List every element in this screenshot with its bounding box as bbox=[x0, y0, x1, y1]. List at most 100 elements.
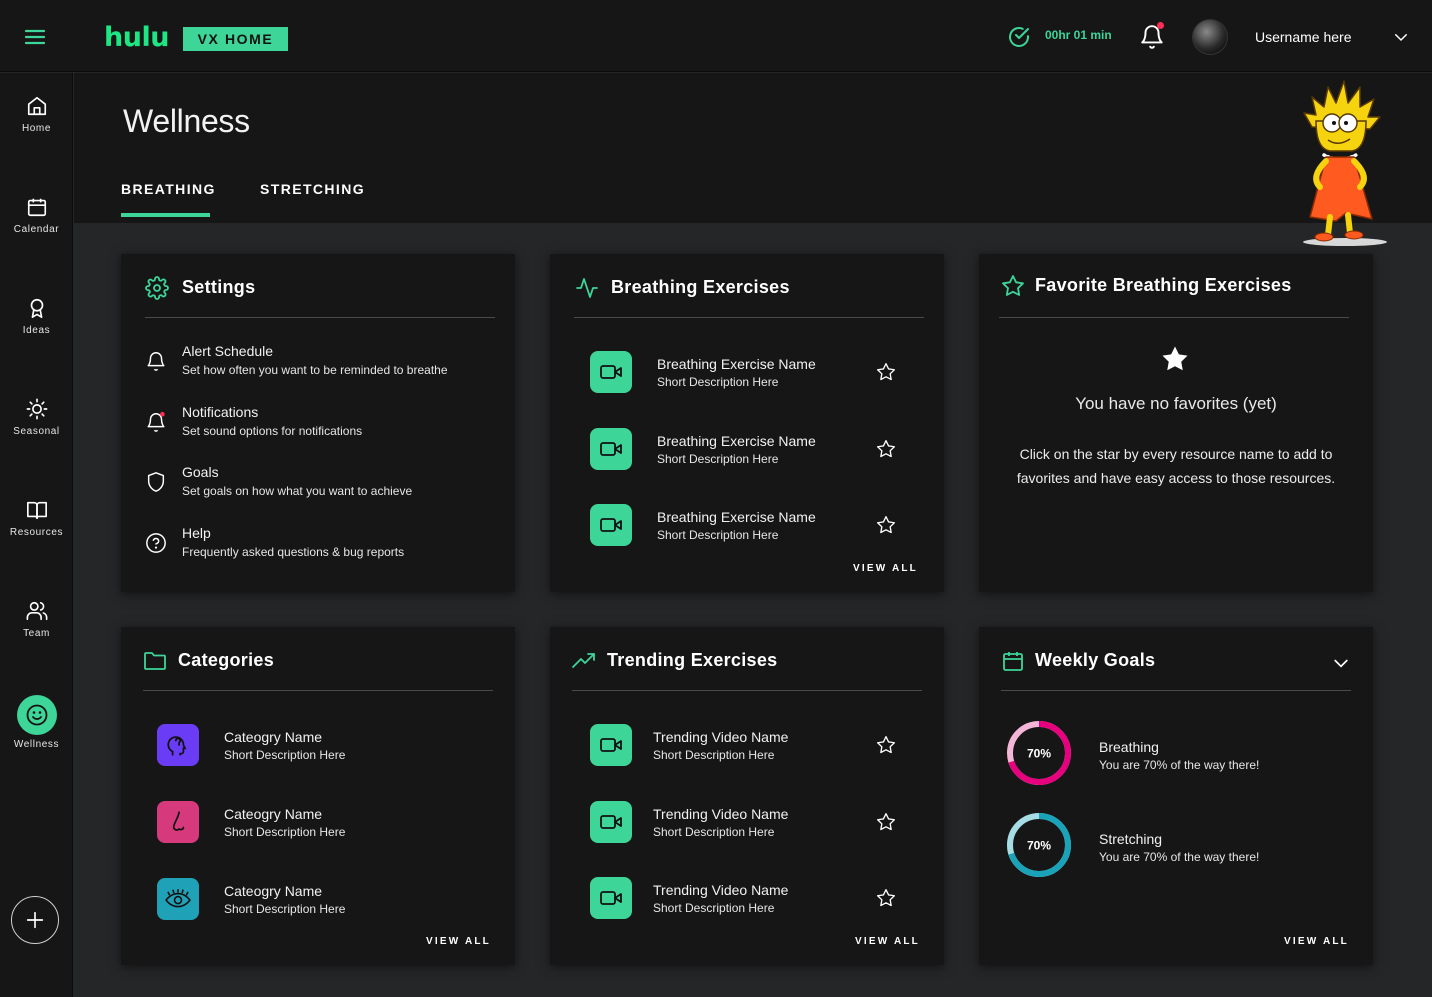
card-header: Trending Exercises bbox=[570, 649, 924, 689]
star-icon[interactable] bbox=[876, 515, 896, 535]
star-icon[interactable] bbox=[876, 888, 896, 908]
video-desc: Short Description Here bbox=[653, 748, 775, 762]
star-icon[interactable] bbox=[876, 812, 896, 832]
view-all-link[interactable]: VIEW ALL bbox=[855, 936, 920, 947]
video-thumbnail[interactable] bbox=[590, 428, 632, 470]
exercise-desc: Short Description Here bbox=[657, 375, 779, 389]
progress-ring: 70% bbox=[1007, 721, 1071, 785]
username-label[interactable]: Username here bbox=[1255, 29, 1352, 45]
video-name[interactable]: Trending Video Name bbox=[653, 729, 788, 745]
settings-item-help[interactable]: Help Frequently asked questions & bug re… bbox=[145, 525, 495, 575]
help-circle-icon bbox=[146, 533, 166, 553]
star-filled-icon bbox=[1162, 346, 1188, 371]
sidebar-item-calendar[interactable]: Calendar bbox=[0, 196, 73, 266]
plus-icon bbox=[26, 911, 44, 929]
goal-item-stretching[interactable]: 70% Stretching You are 70% of the way th… bbox=[1005, 811, 1353, 881]
sidebar-item-team[interactable]: Team bbox=[0, 600, 73, 670]
calendar-icon bbox=[27, 198, 46, 217]
sidebar-item-label: Wellness bbox=[13, 739, 60, 750]
category-name: Cateogry Name bbox=[224, 883, 323, 899]
tab-stretching[interactable]: STRETCHING bbox=[260, 181, 365, 197]
goal-desc: You are 70% of the way there! bbox=[1099, 850, 1260, 864]
sidebar-item-wellness[interactable]: Wellness bbox=[0, 695, 73, 765]
category-desc: Short Description Here bbox=[224, 748, 346, 762]
divider bbox=[999, 317, 1349, 318]
weekly-goals-card: Weekly Goals 70% Breathing You are 70% o… bbox=[979, 627, 1373, 965]
sidebar-item-seasonal[interactable]: Seasonal bbox=[0, 398, 73, 468]
star-icon[interactable] bbox=[876, 362, 896, 382]
hulu-logo[interactable]: hulu bbox=[104, 22, 169, 54]
settings-item-title: Goals bbox=[182, 464, 219, 480]
category-item[interactable]: Cateogry Name Short Description Here bbox=[157, 724, 495, 768]
category-thumbnail[interactable] bbox=[157, 878, 199, 920]
list-item: Breathing Exercise Name Short Descriptio… bbox=[590, 428, 924, 472]
video-camera-icon bbox=[600, 738, 622, 752]
vx-home-badge: VX HOME bbox=[183, 27, 288, 51]
divider bbox=[145, 317, 495, 318]
goal-item-breathing[interactable]: 70% Breathing You are 70% of the way the… bbox=[1005, 719, 1353, 789]
breathing-exercises-card: Breathing Exercises Breathing Exercise N… bbox=[550, 254, 944, 592]
sidebar-item-resources[interactable]: Resources bbox=[0, 499, 73, 569]
tab-breathing[interactable]: BREATHING bbox=[121, 181, 216, 197]
video-thumbnail[interactable] bbox=[590, 801, 632, 843]
video-desc: Short Description Here bbox=[653, 825, 775, 839]
category-item[interactable]: Cateogry Name Short Description Here bbox=[157, 878, 495, 922]
video-thumbnail[interactable] bbox=[590, 877, 632, 919]
chevron-down-icon[interactable] bbox=[1392, 28, 1410, 46]
card-header: Breathing Exercises bbox=[574, 276, 924, 316]
list-item: Breathing Exercise Name Short Descriptio… bbox=[590, 504, 924, 548]
video-thumbnail[interactable] bbox=[590, 351, 632, 393]
star-outline-icon bbox=[1002, 275, 1024, 296]
sidebar-item-ideas[interactable]: Ideas bbox=[0, 297, 73, 367]
video-thumbnail[interactable] bbox=[590, 724, 632, 766]
settings-item-notifications[interactable]: Notifications Set sound options for noti… bbox=[145, 404, 495, 454]
exercise-name[interactable]: Breathing Exercise Name bbox=[657, 433, 816, 449]
star-icon[interactable] bbox=[876, 439, 896, 459]
settings-item-goals[interactable]: Goals Set goals on how what you want to … bbox=[145, 464, 495, 514]
shield-icon bbox=[147, 472, 165, 492]
category-item[interactable]: Cateogry Name Short Description Here bbox=[157, 801, 495, 845]
video-thumbnail[interactable] bbox=[590, 504, 632, 546]
view-all-link[interactable]: VIEW ALL bbox=[1284, 936, 1349, 947]
list-item: Trending Video Name Short Description He… bbox=[590, 724, 924, 768]
card-header: Categories bbox=[143, 649, 495, 689]
chevron-down-icon[interactable] bbox=[1331, 653, 1351, 673]
sidebar-item-label: Ideas bbox=[22, 325, 51, 336]
exercise-desc: Short Description Here bbox=[657, 452, 779, 466]
favorites-card: Favorite Breathing Exercises You have no… bbox=[979, 254, 1373, 592]
sidebar-item-label: Seasonal bbox=[13, 426, 60, 437]
check-circle-icon bbox=[1007, 25, 1031, 49]
sidebar-item-label: Calendar bbox=[13, 224, 60, 235]
video-camera-icon bbox=[600, 365, 622, 379]
session-timer: 00hr 01 min bbox=[1045, 28, 1112, 42]
hamburger-menu-icon[interactable] bbox=[20, 22, 50, 52]
goal-name: Breathing bbox=[1099, 739, 1159, 755]
sidebar-item-home[interactable]: Home bbox=[0, 95, 73, 165]
card-title: Breathing Exercises bbox=[611, 277, 790, 297]
user-avatar[interactable] bbox=[1192, 19, 1228, 55]
category-thumbnail[interactable] bbox=[157, 724, 199, 766]
star-icon[interactable] bbox=[876, 735, 896, 755]
settings-item-alert-schedule[interactable]: Alert Schedule Set how often you want to… bbox=[145, 343, 495, 393]
video-name[interactable]: Trending Video Name bbox=[653, 882, 788, 898]
exercise-name[interactable]: Breathing Exercise Name bbox=[657, 509, 816, 525]
categories-card: Categories Cateogry Name Short Descripti… bbox=[121, 627, 515, 965]
view-all-link[interactable]: VIEW ALL bbox=[426, 936, 491, 947]
video-name[interactable]: Trending Video Name bbox=[653, 806, 788, 822]
settings-item-title: Notifications bbox=[182, 404, 259, 420]
divider bbox=[1001, 690, 1351, 691]
category-thumbnail[interactable] bbox=[157, 801, 199, 843]
top-bar: hulu VX HOME 00hr 01 min Username here bbox=[0, 0, 1432, 72]
card-title: Settings bbox=[182, 277, 256, 297]
view-all-link[interactable]: VIEW ALL bbox=[853, 563, 918, 574]
divider bbox=[572, 690, 922, 691]
head-icon bbox=[167, 736, 187, 756]
add-button[interactable] bbox=[11, 896, 59, 944]
empty-state-description: Click on the star by every resource name… bbox=[1016, 446, 1336, 486]
exercise-name[interactable]: Breathing Exercise Name bbox=[657, 356, 816, 372]
team-icon bbox=[26, 601, 47, 621]
video-camera-icon bbox=[600, 442, 622, 456]
progress-ring: 70% bbox=[1007, 813, 1071, 877]
notification-dot bbox=[1157, 22, 1164, 29]
nose-icon bbox=[172, 811, 185, 831]
